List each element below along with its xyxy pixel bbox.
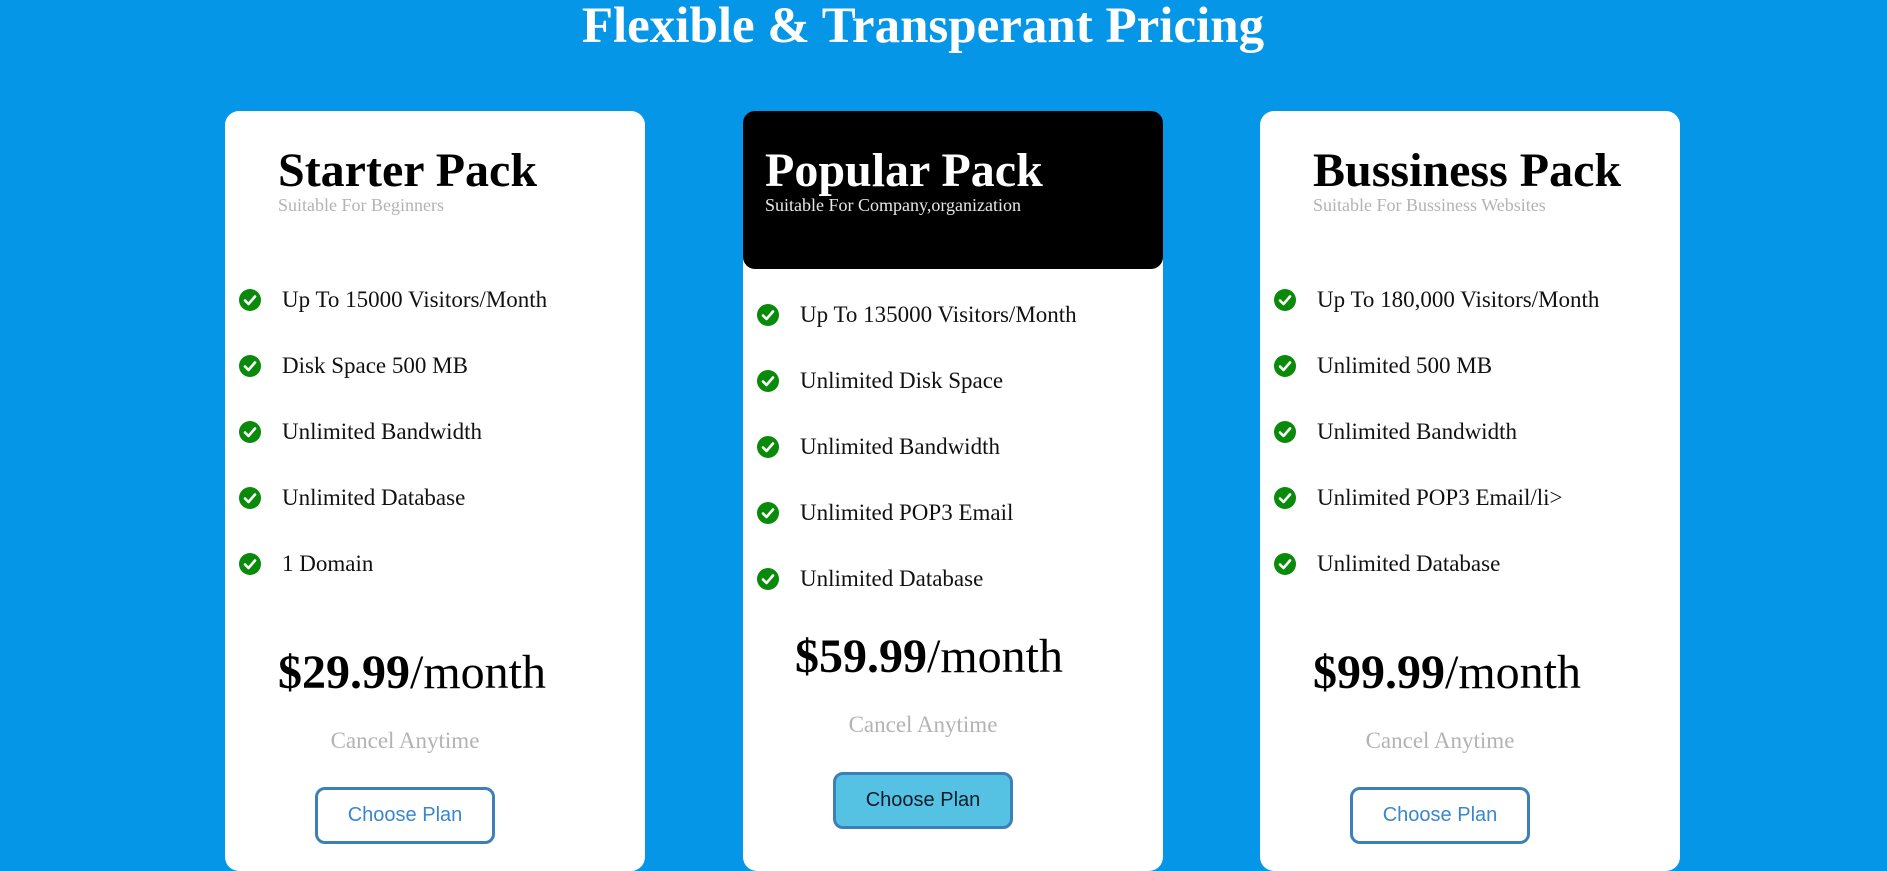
feature-item: Unlimited POP3 Email/li> [1274,481,1599,547]
feature-text: Unlimited POP3 Email/li> [1317,485,1563,510]
feature-text: Up To 135000 Visitors/Month [800,302,1077,327]
plan-subtitle: Suitable For Beginners [278,195,444,215]
check-circle-icon [757,568,779,590]
plan-subtitle: Suitable For Company,organization [765,195,1021,215]
feature-item: Up To 135000 Visitors/Month [757,298,1077,364]
check-circle-icon [1274,421,1296,443]
plan-title: Bussiness Pack [1313,144,1622,197]
page-title: Flexible & Transperant Pricing [581,0,1265,54]
check-circle-icon [239,355,261,377]
feature-item: Unlimited POP3 Email [757,496,1077,562]
plan-subtitle: Suitable For Bussiness Websites [1313,195,1546,215]
feature-item: Up To 15000 Visitors/Month [239,283,547,349]
check-circle-icon [1274,553,1296,575]
feature-text: Unlimited 500 MB [1317,353,1493,378]
feature-list: Up To 15000 Visitors/Month Disk Space 50… [239,283,547,613]
check-circle-icon [239,487,261,509]
feature-text: Unlimited Database [282,485,466,510]
feature-text: Unlimited POP3 Email [800,500,1014,525]
cancel-note: Cancel Anytime [848,712,998,737]
plan-price: $59.99/month [795,628,1063,686]
feature-item: 1 Domain [239,547,547,613]
price-period: /month [410,646,547,699]
check-circle-icon [239,553,261,575]
feature-item: Unlimited Database [1274,547,1599,613]
check-circle-icon [757,436,779,458]
feature-item: Unlimited Bandwidth [239,415,547,481]
plan-title: Popular Pack [765,144,1043,197]
feature-text: Unlimited Disk Space [800,368,1004,393]
pricing-card-business: Bussiness Pack Suitable For Bussiness We… [1260,111,1680,871]
price-amount: $99.99 [1313,646,1445,699]
plan-title: Starter Pack [278,144,538,197]
feature-list: Up To 180,000 Visitors/Month Unlimited 5… [1274,283,1599,613]
price-amount: $29.99 [278,646,410,699]
cancel-note: Cancel Anytime [1365,728,1515,753]
price-period: /month [1445,646,1582,699]
feature-list: Up To 135000 Visitors/Month Unlimited Di… [757,298,1077,628]
feature-item: Unlimited Database [239,481,547,547]
feature-text: Up To 15000 Visitors/Month [282,287,548,312]
feature-item: Disk Space 500 MB [239,349,547,415]
check-circle-icon [1274,289,1296,311]
check-circle-icon [239,421,261,443]
choose-plan-button[interactable]: Choose Plan [1350,787,1530,844]
feature-item: Unlimited Bandwidth [1274,415,1599,481]
card-header: Starter Pack Suitable For Beginners [225,111,645,221]
cancel-note: Cancel Anytime [330,728,480,753]
feature-text: Unlimited Database [1317,551,1501,576]
feature-text: Unlimited Bandwidth [1317,419,1517,444]
pricing-card-starter: Starter Pack Suitable For Beginners Up T… [225,111,645,871]
check-circle-icon [757,370,779,392]
price-amount: $59.99 [795,630,927,683]
price-period: /month [927,630,1064,683]
card-header: Bussiness Pack Suitable For Bussiness We… [1260,111,1680,221]
feature-text: Unlimited Database [800,566,984,591]
plan-price: $29.99/month [278,644,546,702]
feature-text: Up To 180,000 Visitors/Month [1317,287,1600,312]
feature-item: Unlimited Database [757,562,1077,628]
feature-item: Up To 180,000 Visitors/Month [1274,283,1599,349]
pricing-card-popular: Popular Pack Suitable For Company,organi… [743,111,1163,871]
feature-item: Unlimited Disk Space [757,364,1077,430]
check-circle-icon [1274,487,1296,509]
feature-text: Unlimited Bandwidth [282,419,482,444]
check-circle-icon [757,304,779,326]
choose-plan-button[interactable]: Choose Plan [315,787,495,844]
check-circle-icon [239,289,261,311]
feature-item: Unlimited Bandwidth [757,430,1077,496]
plan-price: $99.99/month [1313,644,1581,702]
check-circle-icon [757,502,779,524]
feature-text: Disk Space 500 MB [282,353,468,378]
card-header: Popular Pack Suitable For Company,organi… [743,111,1163,269]
choose-plan-button[interactable]: Choose Plan [833,772,1013,829]
feature-item: Unlimited 500 MB [1274,349,1599,415]
feature-text: Unlimited Bandwidth [800,434,1000,459]
check-circle-icon [1274,355,1296,377]
feature-text: 1 Domain [282,551,374,576]
